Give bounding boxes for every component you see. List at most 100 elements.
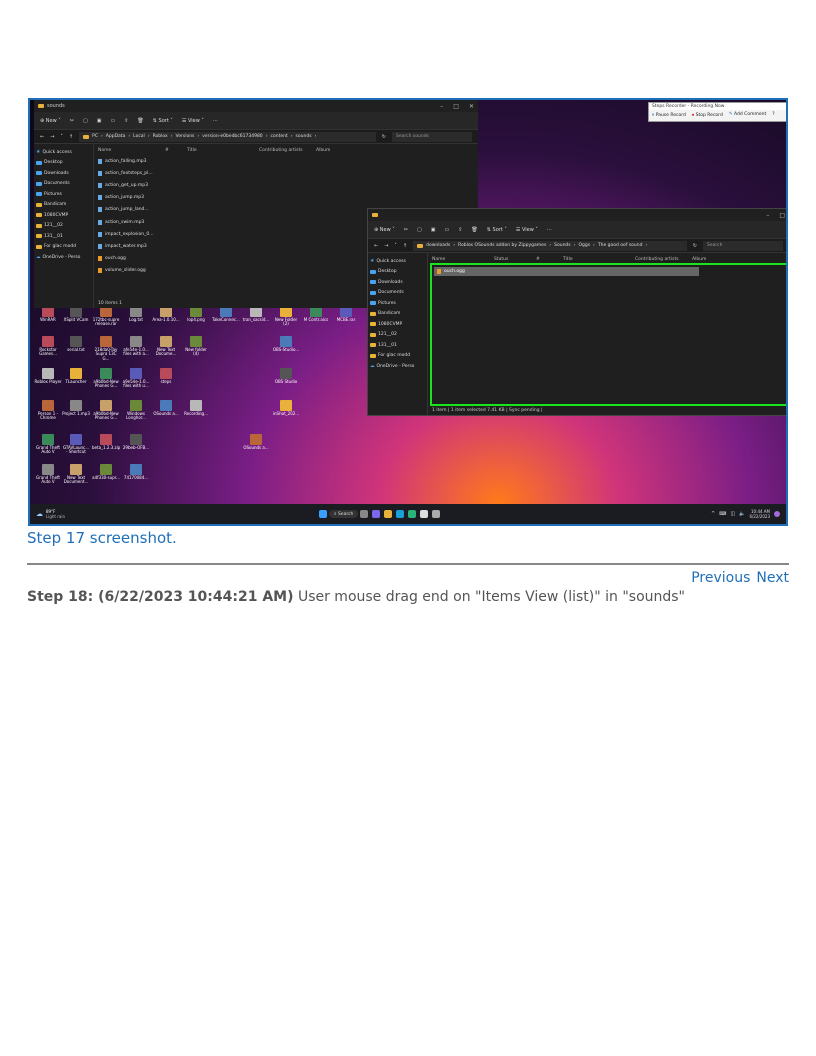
desktop-icon[interactable]: inShot_202... <box>272 400 300 416</box>
nav-item[interactable]: 1080CVMP <box>370 319 425 330</box>
nav-item[interactable]: Downloads <box>36 168 91 179</box>
list-item[interactable]: action_jump.mp3 <box>98 192 474 204</box>
paste-icon[interactable]: ▣ <box>431 227 436 233</box>
column-header[interactable]: Album <box>692 257 722 262</box>
sort-button[interactable]: ⇅ Sort ˅ <box>487 227 507 233</box>
nav-item[interactable]: Bandicam <box>36 200 91 211</box>
desktop-icon[interactable]: a4f330-supr... <box>92 464 120 480</box>
desktop-icon[interactable]: Grand Theft Auto V <box>34 434 62 455</box>
desktop-icon[interactable]: Windows Longhor... <box>122 400 150 421</box>
column-header[interactable]: Title <box>187 148 247 153</box>
weather-widget[interactable]: 89°F Light rain <box>46 509 65 519</box>
up-icon[interactable]: ↑ <box>69 134 73 140</box>
nav-item[interactable]: Desktop <box>370 267 425 278</box>
desktop-icon[interactable]: OBS-Studio... <box>272 336 300 352</box>
rename-icon[interactable]: ▭ <box>444 227 449 233</box>
breadcrumb-item[interactable]: content <box>271 134 288 139</box>
chevron-up-icon[interactable]: ^ <box>711 511 715 517</box>
breadcrumb-item[interactable]: Oggs <box>578 243 590 248</box>
nav-item[interactable]: For glac modd <box>36 242 91 253</box>
desktop-icon[interactable]: serial.txt <box>62 336 90 352</box>
nav-item[interactable]: 121__02 <box>370 330 425 341</box>
breadcrumb-item[interactable]: Sounds <box>554 243 571 248</box>
breadcrumb-item[interactable]: Roblox <box>153 134 168 139</box>
nav-item[interactable]: Bandicam <box>370 309 425 320</box>
chat-icon[interactable] <box>372 510 381 518</box>
desktop-icon[interactable]: afe54e-1.0... files with a... <box>122 336 150 357</box>
volume-icon[interactable]: 🔈 <box>739 511 745 517</box>
nav-item[interactable]: Documents <box>370 288 425 299</box>
breadcrumb-item[interactable]: Versions <box>176 134 195 139</box>
nav-item[interactable]: ★ Quick access <box>36 147 91 158</box>
share-icon[interactable]: ⇪ <box>458 227 462 233</box>
task-view-icon[interactable] <box>360 510 369 518</box>
back-icon[interactable]: ← <box>374 243 378 249</box>
desktop-icon[interactable]: OSounds a... <box>242 434 270 450</box>
breadcrumb[interactable]: PC › AppData › Local › Roblox › Versions › version… <box>79 131 376 142</box>
desktop-icon[interactable]: New folder (4) <box>182 336 210 357</box>
column-header[interactable]: Contributing artists <box>635 257 680 262</box>
steps-recorder-window[interactable]: Steps Recorder - Recording Now ⏸ Pause R… <box>648 102 786 122</box>
pause-record-button[interactable]: ⏸ Pause Record <box>652 112 686 118</box>
up-icon[interactable]: ↑ <box>403 243 407 249</box>
screenshot-caption[interactable]: Step 17 screenshot. <box>27 529 177 547</box>
search-input[interactable]: Search sounds <box>392 131 472 142</box>
chevron-down-icon[interactable]: ˅ <box>60 134 63 140</box>
refresh-icon[interactable]: ↻ <box>382 134 386 140</box>
nav-item[interactable]: ☁ OneDrive - Perso <box>370 361 425 372</box>
rename-icon[interactable]: ▭ <box>110 118 115 124</box>
breadcrumb-item[interactable]: sounds <box>296 134 312 139</box>
sort-button[interactable]: ⇅ Sort ˅ <box>153 118 173 124</box>
desktop-icon[interactable]: XSplit VCam <box>62 306 90 322</box>
forward-icon[interactable]: → <box>384 243 388 249</box>
column-header[interactable]: # <box>536 257 551 262</box>
list-item[interactable]: action_falling.mp3 <box>98 155 474 167</box>
desktop-icon[interactable]: 29beb-OFB... <box>122 434 150 450</box>
breadcrumb-item[interactable]: Roblox OSounds addon by Zippygames <box>458 243 546 248</box>
keyboard-icon[interactable]: ⌨ <box>719 511 726 517</box>
desktop-icon[interactable]: Log.txt <box>122 306 150 322</box>
desktop-icon[interactable]: a9e54e-1.0... files with u... <box>122 368 150 389</box>
view-button[interactable]: ☰ View ˅ <box>516 227 538 233</box>
list-item[interactable]: action_get_up.mp3 <box>98 179 474 191</box>
nav-item[interactable]: Pictures <box>370 298 425 309</box>
new-button[interactable]: ⊕ New ˅ <box>40 118 61 124</box>
nav-item[interactable]: ☁ OneDrive - Perso <box>36 252 91 263</box>
next-link[interactable]: Next <box>756 570 789 586</box>
navigation-pane[interactable]: ★ Quick access Desktop Downloads Documents Pi… <box>34 144 94 308</box>
view-button[interactable]: ☰ View ˅ <box>182 118 204 124</box>
copy-icon[interactable]: ▢ <box>417 227 422 233</box>
navigation-pane[interactable]: ★ Quick access Desktop Downloads Documents Pi… <box>368 253 428 415</box>
file-explorer-icon[interactable] <box>384 510 393 518</box>
column-header[interactable]: Status <box>494 257 524 262</box>
desktop-icon[interactable]: New Text Docume... <box>152 336 180 357</box>
refresh-icon[interactable]: ↻ <box>693 243 697 249</box>
desktop-icon[interactable]: Project 1.mp3 <box>62 400 90 416</box>
desktop-icon[interactable]: M Contr.aics <box>302 306 330 322</box>
cut-icon[interactable]: ✂ <box>404 227 408 233</box>
forward-icon[interactable]: → <box>50 134 54 140</box>
store-icon[interactable] <box>420 510 429 518</box>
desktop-icon[interactable]: Area-1.0.10... <box>152 306 180 322</box>
breadcrumb-item[interactable]: PC <box>92 134 98 139</box>
desktop-icon[interactable]: GTAVLaunc... - Shortcut <box>62 434 90 455</box>
chevron-down-icon[interactable]: ˅ <box>394 243 397 249</box>
column-header[interactable]: # <box>165 148 175 153</box>
copy-icon[interactable]: ▢ <box>83 118 88 124</box>
desktop-icon[interactable]: TLauncher <box>62 368 90 384</box>
network-icon[interactable]: ◫ <box>731 511 736 517</box>
nav-item[interactable]: Downloads <box>370 277 425 288</box>
desktop-icon[interactable]: tran_sacsid... <box>242 306 270 322</box>
column-header[interactable]: Name <box>432 257 482 262</box>
desktop-icon[interactable]: OBS Studio <box>272 368 300 384</box>
desktop-icon[interactable]: Recording... <box>182 400 210 416</box>
desktop-icon[interactable]: Rockstar Games... <box>34 336 62 357</box>
desktop-icon[interactable]: beta_1.2.3.zip <box>92 434 120 450</box>
desktop-icon[interactable]: 218da0-Tay Supra 13C G... <box>92 336 120 361</box>
share-icon[interactable]: ⇪ <box>124 118 128 124</box>
desktop-icon[interactable]: 74170084... <box>122 464 150 480</box>
edge-icon[interactable] <box>396 510 405 518</box>
nav-item[interactable]: 131__01 <box>370 340 425 351</box>
maximize-icon[interactable]: □ <box>453 103 459 110</box>
chrome-icon[interactable] <box>408 510 417 518</box>
